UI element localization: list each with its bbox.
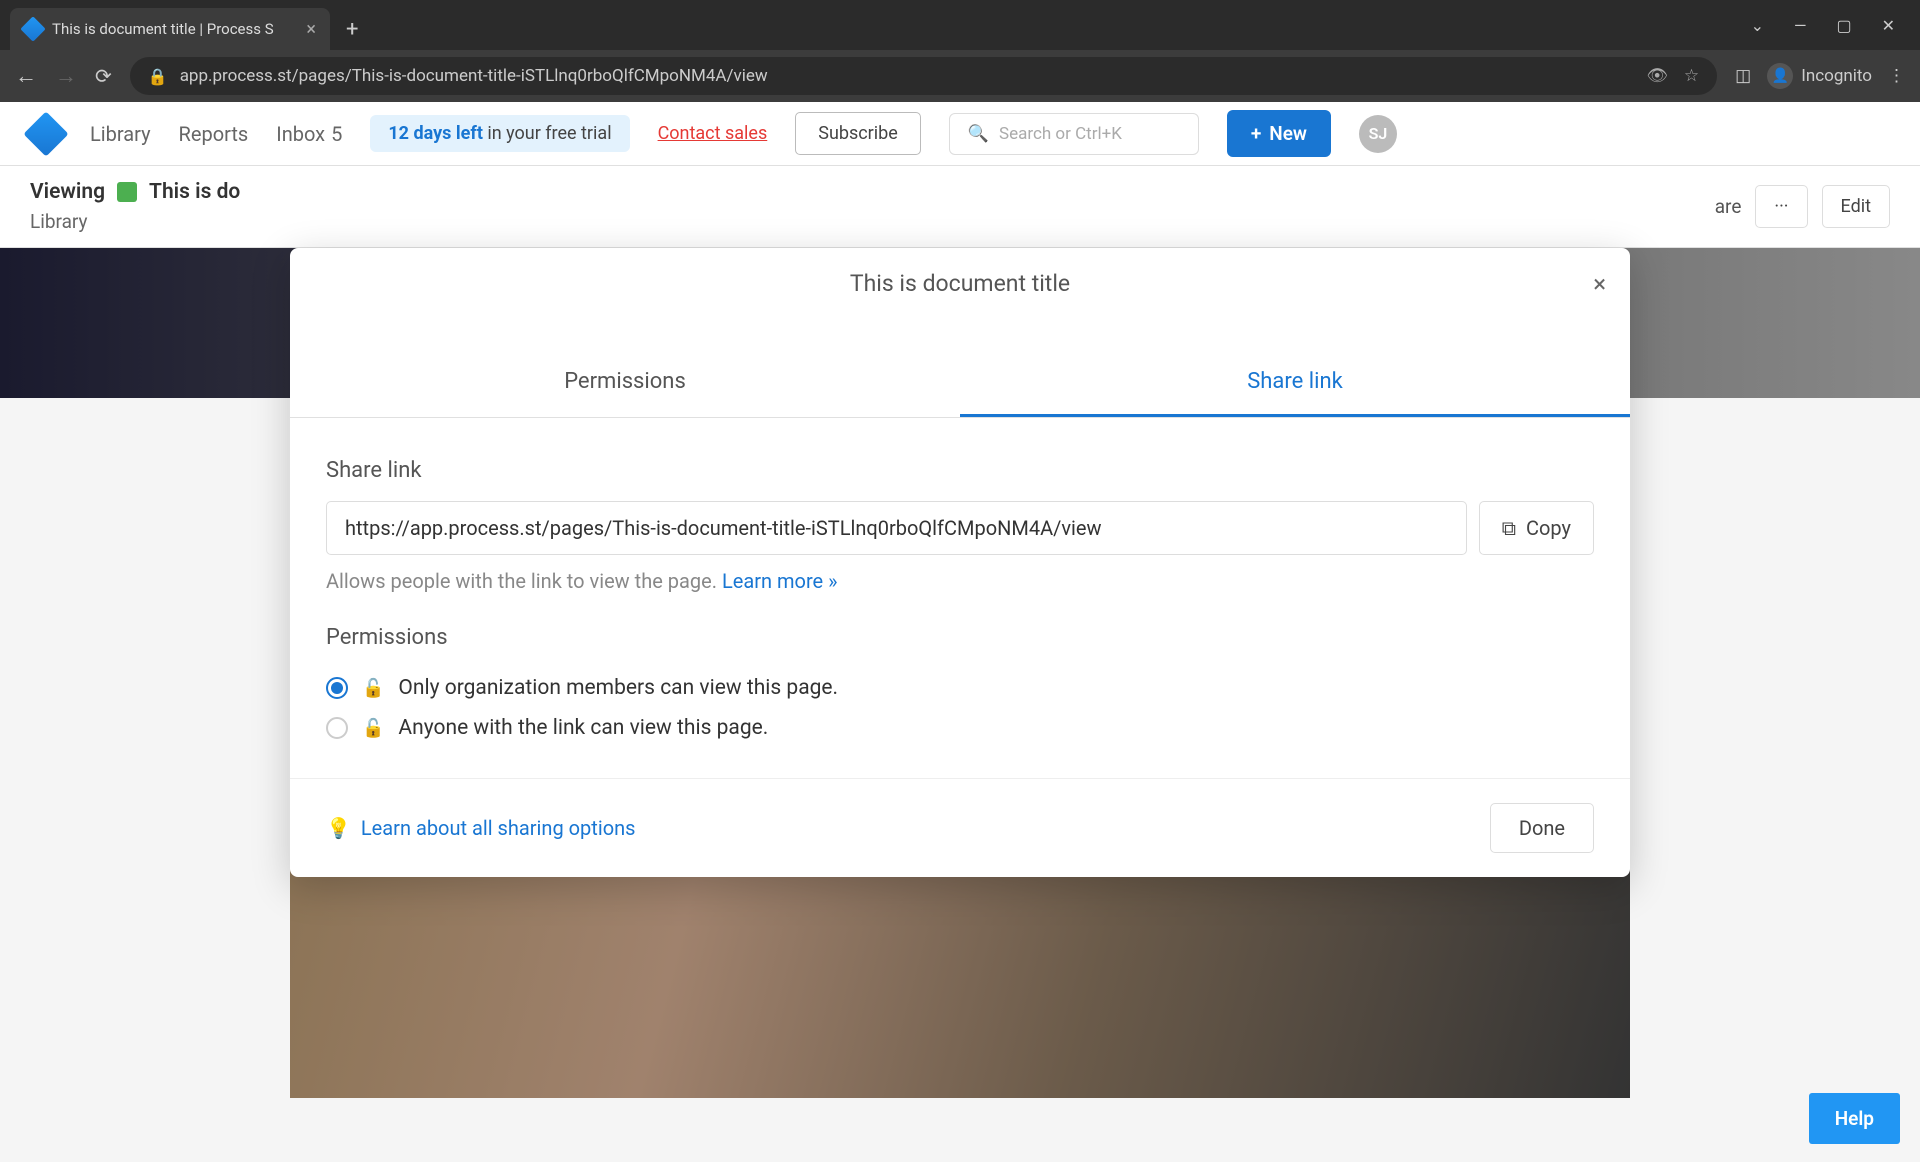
tab-title: This is document title | Process S: [52, 20, 274, 38]
close-tab-icon[interactable]: ×: [306, 19, 316, 40]
permissions-label: Permissions: [326, 625, 1594, 650]
nav-inbox[interactable]: Inbox 5: [276, 122, 342, 146]
document-icon: [117, 182, 137, 202]
app-logo-icon[interactable]: [23, 111, 68, 156]
lock-open-icon: 🔓: [362, 718, 384, 739]
content-area: This is document title × Permissions Sha…: [0, 248, 1920, 1162]
maximize-icon[interactable]: ▢: [1836, 16, 1851, 35]
breadcrumb[interactable]: Library: [30, 210, 240, 233]
tab-share-link[interactable]: Share link: [960, 349, 1630, 417]
reload-icon[interactable]: ⟳: [95, 64, 112, 88]
close-window-icon[interactable]: ✕: [1882, 16, 1895, 35]
lock-icon: 🔒: [148, 67, 168, 86]
new-tab-button[interactable]: +: [330, 8, 374, 50]
share-visible[interactable]: are: [1715, 195, 1742, 218]
radio-label-anyone: Anyone with the link can view this page.: [398, 716, 768, 740]
sub-header: Viewing This is do Library Share are ···…: [0, 166, 1920, 248]
doc-title: This is do: [149, 180, 240, 204]
nav-reports[interactable]: Reports: [179, 122, 249, 146]
avatar[interactable]: SJ: [1359, 115, 1397, 153]
incognito-icon: 👤: [1767, 63, 1793, 89]
learn-more-link[interactable]: Learn more »: [722, 569, 838, 593]
help-text: Allows people with the link to view the …: [326, 569, 722, 593]
browser-tab[interactable]: This is document title | Process S ×: [10, 8, 330, 50]
radio-checked-icon: [326, 677, 348, 699]
more-button[interactable]: ···: [1755, 185, 1807, 228]
radio-label-org: Only organization members can view this …: [398, 676, 838, 700]
learn-sharing-label: Learn about all sharing options: [361, 816, 636, 840]
address-bar[interactable]: 🔒 app.process.st/pages/This-is-document-…: [130, 57, 1717, 95]
edit-button[interactable]: Edit: [1822, 185, 1890, 228]
menu-icon[interactable]: ⋮: [1888, 66, 1905, 86]
learn-sharing-link[interactable]: 💡 Learn about all sharing options: [326, 816, 635, 840]
minimize-icon[interactable]: —: [1794, 16, 1807, 35]
contact-sales-link[interactable]: Contact sales: [658, 123, 768, 144]
chevron-down-icon[interactable]: ⌄: [1751, 16, 1764, 35]
favicon-icon: [20, 16, 45, 41]
incognito-badge: 👤 Incognito: [1767, 63, 1872, 89]
extensions-icon[interactable]: ◫: [1735, 66, 1751, 86]
back-icon[interactable]: ←: [15, 63, 37, 89]
bulb-icon: 💡: [326, 816, 351, 840]
search-placeholder: Search or Ctrl+K: [999, 124, 1122, 144]
radio-unchecked-icon: [326, 717, 348, 739]
search-icon: 🔍: [968, 124, 989, 144]
trial-banner: 12 days left in your free trial: [370, 115, 629, 152]
star-icon[interactable]: ☆: [1684, 66, 1699, 86]
copy-label: Copy: [1526, 516, 1571, 540]
lock-closed-icon: 🔓: [362, 678, 384, 699]
share-link-input[interactable]: [326, 501, 1467, 555]
url-text: app.process.st/pages/This-is-document-ti…: [180, 66, 768, 86]
search-input[interactable]: 🔍 Search or Ctrl+K: [949, 113, 1199, 155]
forward-icon: →: [55, 63, 77, 89]
radio-option-org[interactable]: 🔓 Only organization members can view thi…: [326, 668, 1594, 708]
copy-button[interactable]: ⧉ Copy: [1479, 501, 1594, 555]
app-header: Library Reports Inbox 5 12 days left in …: [0, 102, 1920, 166]
inbox-count: 5: [331, 122, 342, 146]
eye-off-icon[interactable]: 👁: [1646, 66, 1668, 86]
nav-library[interactable]: Library: [90, 122, 151, 146]
copy-icon: ⧉: [1502, 516, 1516, 540]
url-bar: ← → ⟳ 🔒 app.process.st/pages/This-is-doc…: [0, 50, 1920, 102]
new-button[interactable]: + New: [1227, 110, 1331, 157]
share-modal: This is document title × Permissions Sha…: [290, 248, 1630, 877]
subscribe-button[interactable]: Subscribe: [795, 112, 921, 155]
plus-icon: +: [1251, 122, 1261, 145]
done-button[interactable]: Done: [1490, 803, 1594, 853]
modal-backdrop: This is document title × Permissions Sha…: [0, 248, 1920, 1162]
incognito-label: Incognito: [1801, 66, 1872, 86]
close-icon[interactable]: ×: [1593, 270, 1606, 298]
browser-tab-strip: This is document title | Process S × + ⌄…: [0, 0, 1920, 50]
window-controls: ⌄ — ▢ ✕: [1751, 16, 1920, 35]
inbox-label: Inbox: [276, 122, 325, 146]
share-link-label: Share link: [326, 458, 1594, 483]
help-button[interactable]: Help: [1809, 1093, 1900, 1144]
modal-tabs: Permissions Share link: [290, 349, 1630, 418]
tab-permissions[interactable]: Permissions: [290, 349, 960, 417]
radio-option-anyone[interactable]: 🔓 Anyone with the link can view this pag…: [326, 708, 1594, 748]
viewing-label: Viewing: [30, 180, 105, 204]
trial-days: 12 days left: [388, 123, 483, 144]
modal-title: This is document title: [850, 270, 1070, 297]
trial-suffix: in your free trial: [483, 123, 612, 144]
new-label: New: [1269, 122, 1307, 145]
